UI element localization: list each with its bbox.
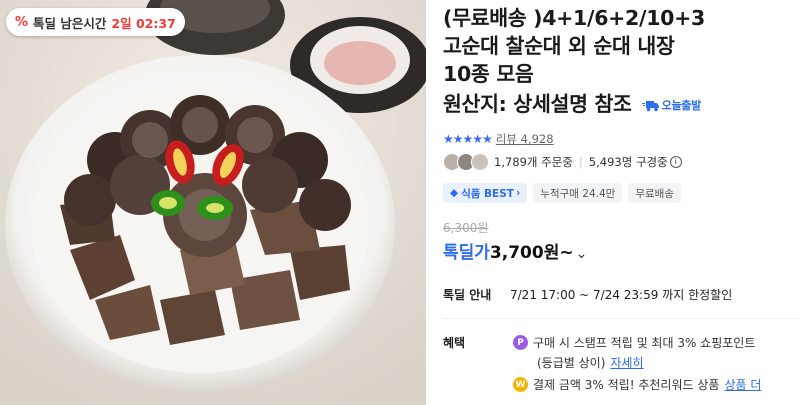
product-title: (무료배송 )4+1/6+2/10+3 고순대 찰순대 외 순대 내장 10종 … xyxy=(443,4,800,120)
benefit-reward-text: 결제 금액 3% 적립! 추천리워드 상품 xyxy=(533,378,720,392)
buyer-avatars xyxy=(443,153,489,171)
product-info-panel: (무료배송 )4+1/6+2/10+3 고순대 찰순대 외 순대 내장 10종 … xyxy=(443,0,800,405)
review-label: 리뷰 xyxy=(495,132,517,146)
benefit-stamp-line: P 구매 시 스탬프 적립 및 최대 3% 쇼핑포인트 xyxy=(513,334,755,351)
benefit-more-products-link[interactable]: 상품 더 xyxy=(724,376,761,393)
tag-free-shipping: 무료배송 xyxy=(628,183,681,203)
deal-timer-countdown: 2일 02:37 xyxy=(111,15,176,31)
origin-row: 원산지: 상세설명 참조 오늘출발 xyxy=(443,88,800,120)
point-coin-icon: P xyxy=(513,335,528,350)
product-tags: ◆ 식품 BEST › 누적구매 24.4만 무료배송 xyxy=(443,183,681,203)
tag-cumulative-purchases: 누적구매 24.4만 xyxy=(533,183,623,203)
benefit-stamp-text: 구매 시 스탬프 적립 및 최대 3% 쇼핑포인트 xyxy=(533,336,756,350)
viewers-count: 5,493명 구경중 xyxy=(588,155,668,169)
deal-info-text: 7/21 17:00 ~ 7/24 23:59 까지 한정할인 xyxy=(510,288,733,302)
deal-info-label: 톡딜 안내 xyxy=(443,288,492,302)
product-origin: 원산지: 상세설명 참조 xyxy=(443,92,632,116)
benefits-label: 혜택 xyxy=(443,336,466,350)
best-badge-icon: ◆ xyxy=(450,187,459,199)
divider: | xyxy=(578,155,583,169)
deal-info-row: 톡딜 안내 7/21 17:00 ~ 7/24 23:59 까지 한정할인 xyxy=(443,286,732,303)
benefit-reward-line: W 결제 금액 3% 적립! 추천리워드 상품 상품 더 xyxy=(513,376,761,393)
original-price: 6,300원 xyxy=(443,221,489,235)
section-divider xyxy=(443,318,800,319)
avatar xyxy=(471,153,489,171)
review-count: 4,928 xyxy=(520,132,554,146)
info-icon[interactable]: i xyxy=(669,156,682,168)
today-shipping-badge: 오늘출발 xyxy=(641,92,702,120)
tag-food-best[interactable]: ◆ 식품 BEST › xyxy=(443,183,528,203)
deal-timer-badge: % 톡딜 남은시간 2일 02:37 xyxy=(6,8,185,36)
chevron-right-icon: › xyxy=(515,187,521,199)
deal-price-value: 3,700원~ xyxy=(489,243,574,263)
benefit-grade-line: (등급별 상이) 자세히 xyxy=(537,354,644,371)
product-title-line: 10종 모음 xyxy=(443,62,534,86)
review-link[interactable]: 리뷰 4,928 xyxy=(496,131,554,147)
benefit-details-link[interactable]: 자세히 xyxy=(610,354,643,371)
percent-icon: % xyxy=(15,14,29,30)
tag-label: 식품 BEST xyxy=(461,187,514,200)
benefit-grade-text: (등급별 상이) xyxy=(537,356,606,370)
product-title-line: (무료배송 )4+1/6+2/10+3 xyxy=(443,6,705,30)
product-title-line: 고순대 찰순대 외 순대 내장 xyxy=(443,34,675,58)
deal-price-label: 톡딜가 xyxy=(443,243,490,263)
social-proof-row: 1,789개 주문중 | 5,493명 구경중 i xyxy=(443,153,682,171)
rating-row[interactable]: ★★★★★ 리뷰 4,928 xyxy=(443,131,554,147)
chevron-down-icon[interactable]: ⌄ xyxy=(576,246,588,262)
orders-count: 1,789개 주문중 xyxy=(494,155,573,169)
deal-price-row[interactable]: 톡딜가 3,700원~ ⌄ xyxy=(443,238,587,263)
star-rating-icon: ★★★★★ xyxy=(443,132,493,146)
deal-timer-label: 톡딜 남은시간 xyxy=(33,15,107,31)
sundae-plate-illustration xyxy=(0,0,426,405)
product-image[interactable]: % 톡딜 남은시간 2일 02:37 xyxy=(0,0,426,405)
today-shipping-label: 오늘출발 xyxy=(661,99,702,112)
truck-icon xyxy=(641,101,659,112)
reward-coin-icon: W xyxy=(513,377,528,392)
